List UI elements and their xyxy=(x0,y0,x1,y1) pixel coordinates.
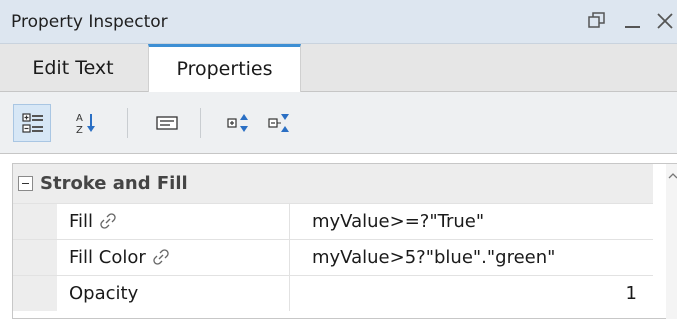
property-name: Fill xyxy=(69,211,117,232)
column-divider[interactable] xyxy=(289,240,290,275)
description-icon xyxy=(156,116,178,130)
row-gutter xyxy=(13,240,57,275)
column-divider[interactable] xyxy=(289,204,290,239)
binding-link-icon[interactable] xyxy=(99,212,117,230)
property-row-fill-color[interactable]: Fill Color myValue>5?"blue"."green" xyxy=(13,239,653,275)
category-label: Stroke and Fill xyxy=(40,173,188,194)
property-row-fill[interactable]: Fill myValue>=?"True" xyxy=(13,203,653,239)
collapse-all-button[interactable] xyxy=(260,104,298,142)
tab-strip: Edit Text Properties xyxy=(0,44,677,93)
toolbar: A Z xyxy=(0,92,677,154)
categorized-button[interactable] xyxy=(13,104,51,142)
window-title: Property Inspector xyxy=(11,12,168,32)
binding-link-icon[interactable] xyxy=(152,248,170,266)
property-name: Fill Color xyxy=(69,247,170,268)
title-bar: Property Inspector xyxy=(0,0,677,44)
row-gutter xyxy=(13,204,57,239)
row-gutter xyxy=(13,276,57,311)
alphabetical-sort-icon: A Z xyxy=(76,113,95,135)
restore-icon[interactable] xyxy=(584,8,610,34)
scroll-up-icon[interactable] xyxy=(668,171,677,181)
expand-all-icon xyxy=(227,114,248,132)
property-value[interactable]: myValue>5?"blue"."green" xyxy=(312,247,555,268)
expand-all-button[interactable] xyxy=(219,104,257,142)
description-toggle-button[interactable] xyxy=(148,104,186,142)
property-value[interactable]: 1 xyxy=(626,283,637,304)
svg-text:A: A xyxy=(76,113,83,124)
collapse-toggle-icon[interactable] xyxy=(18,176,33,191)
close-icon[interactable] xyxy=(652,8,677,34)
toolbar-separator xyxy=(127,108,128,138)
column-divider[interactable] xyxy=(289,276,290,311)
property-grid: Stroke and Fill Fill myValue>=?"True" Fi… xyxy=(12,163,677,319)
minimize-icon[interactable] xyxy=(620,8,646,34)
categorized-icon xyxy=(22,113,43,133)
toolbar-separator xyxy=(200,108,201,138)
svg-text:Z: Z xyxy=(76,125,83,135)
category-row[interactable]: Stroke and Fill xyxy=(13,164,653,203)
property-name: Opacity xyxy=(69,283,139,304)
tab-properties[interactable]: Properties xyxy=(148,44,301,93)
vertical-scrollbar[interactable] xyxy=(666,164,677,319)
tab-edit-text[interactable]: Edit Text xyxy=(13,44,133,92)
alphabetical-sort-button[interactable]: A Z xyxy=(68,104,106,142)
property-value[interactable]: myValue>=?"True" xyxy=(312,211,484,232)
property-row-opacity[interactable]: Opacity 1 xyxy=(13,275,653,311)
collapse-all-icon xyxy=(268,114,289,132)
